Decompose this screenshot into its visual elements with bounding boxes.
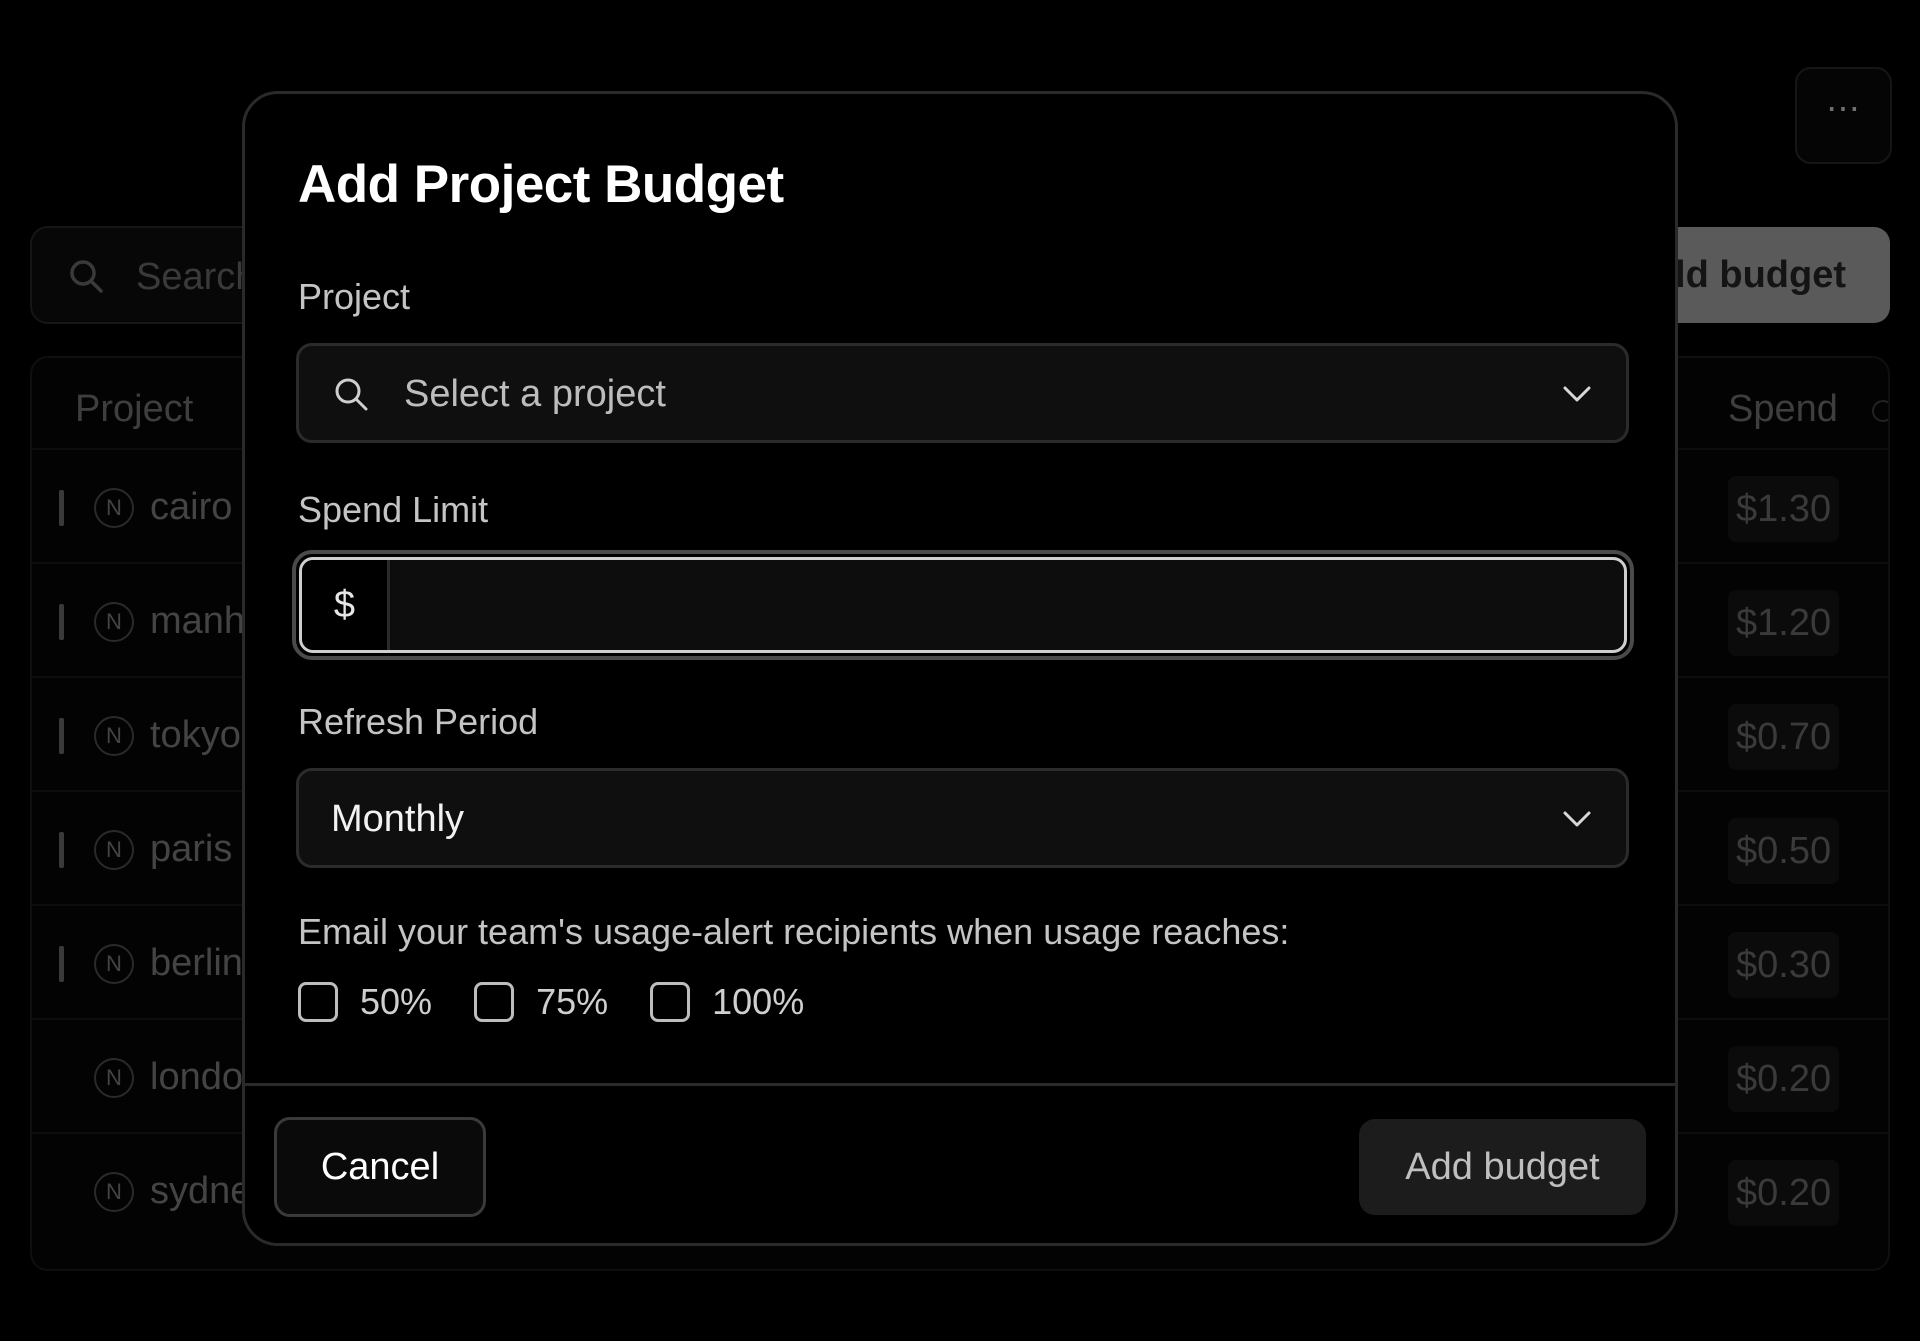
- checkbox[interactable]: [474, 982, 515, 1022]
- alert-option-75[interactable]: 75%: [474, 981, 608, 1023]
- project-logo-icon: N: [94, 830, 134, 870]
- project-logo-icon: N: [94, 1058, 134, 1098]
- cancel-button[interactable]: Cancel: [274, 1117, 486, 1217]
- refresh-period-value: Monthly: [331, 798, 465, 840]
- alert-option-100[interactable]: 100%: [650, 981, 804, 1023]
- project-logo-icon: N: [94, 944, 134, 984]
- screen: ⋯ Search Add budget Project Spend Ncairo…: [0, 0, 1920, 1341]
- checkbox-label: 100%: [712, 981, 805, 1022]
- project-logo-icon: N: [94, 716, 134, 756]
- project-name: tokyo: [150, 714, 241, 756]
- project-logo-icon: N: [94, 602, 134, 642]
- spend-limit-focus-ring: $: [292, 550, 1634, 660]
- sort-icon[interactable]: [1872, 400, 1888, 422]
- project-spend: $0.20: [1728, 1160, 1840, 1226]
- refresh-period-field-label: Refresh Period: [298, 701, 539, 742]
- spend-limit-input[interactable]: [390, 560, 1624, 650]
- project-select[interactable]: Select a project: [296, 343, 1629, 443]
- project-logo-icon: N: [94, 1172, 134, 1212]
- dialog-title: Add Project Budget: [298, 155, 784, 214]
- project-spend: $0.20: [1728, 1046, 1840, 1112]
- usage-alert-checkboxes: 50% 75% 100%: [298, 981, 846, 1023]
- chevron-down-icon: [1563, 811, 1591, 827]
- project-name: cairo: [150, 486, 233, 528]
- add-project-budget-dialog: Add Project Budget Project Select a proj…: [242, 91, 1678, 1246]
- refresh-period-select[interactable]: Monthly: [296, 768, 1629, 868]
- project-spend: $0.70: [1728, 704, 1840, 770]
- currency-prefix: $: [302, 560, 390, 650]
- row-indicator: [59, 604, 64, 640]
- project-name: berlin: [150, 942, 243, 984]
- dialog-footer: Cancel Add budget: [245, 1083, 1675, 1243]
- checkbox[interactable]: [298, 982, 338, 1022]
- search-icon: [335, 378, 368, 411]
- more-options-button[interactable]: ⋯: [1795, 67, 1892, 164]
- project-name: paris: [150, 828, 233, 870]
- spend-limit-field[interactable]: $: [299, 557, 1627, 653]
- add-budget-button[interactable]: Add budget: [1359, 1119, 1646, 1215]
- row-indicator: [59, 490, 64, 526]
- checkbox-label: 50%: [360, 981, 433, 1022]
- checkbox-label: 75%: [536, 981, 609, 1022]
- spend-limit-field-label: Spend Limit: [298, 489, 489, 530]
- alert-option-50[interactable]: 50%: [298, 981, 432, 1023]
- row-indicator: [59, 718, 64, 754]
- project-field-label: Project: [298, 276, 411, 317]
- column-header-spend[interactable]: Spend: [1728, 388, 1838, 431]
- column-header-project[interactable]: Project: [75, 388, 193, 431]
- project-spend: $1.30: [1728, 476, 1840, 542]
- search-icon: [70, 260, 103, 293]
- more-icon: ⋯: [1826, 89, 1861, 128]
- project-select-placeholder: Select a project: [404, 373, 666, 415]
- search-placeholder: Search: [136, 256, 257, 298]
- project-spend: $0.30: [1728, 932, 1840, 998]
- checkbox[interactable]: [650, 982, 691, 1022]
- project-logo-icon: N: [94, 488, 134, 528]
- row-indicator: [59, 946, 64, 982]
- project-spend: $1.20: [1728, 590, 1840, 656]
- project-spend: $0.50: [1728, 818, 1840, 884]
- row-indicator: [59, 832, 64, 868]
- usage-alerts-label: Email your team's usage-alert recipients…: [298, 911, 1290, 952]
- chevron-down-icon: [1563, 386, 1591, 402]
